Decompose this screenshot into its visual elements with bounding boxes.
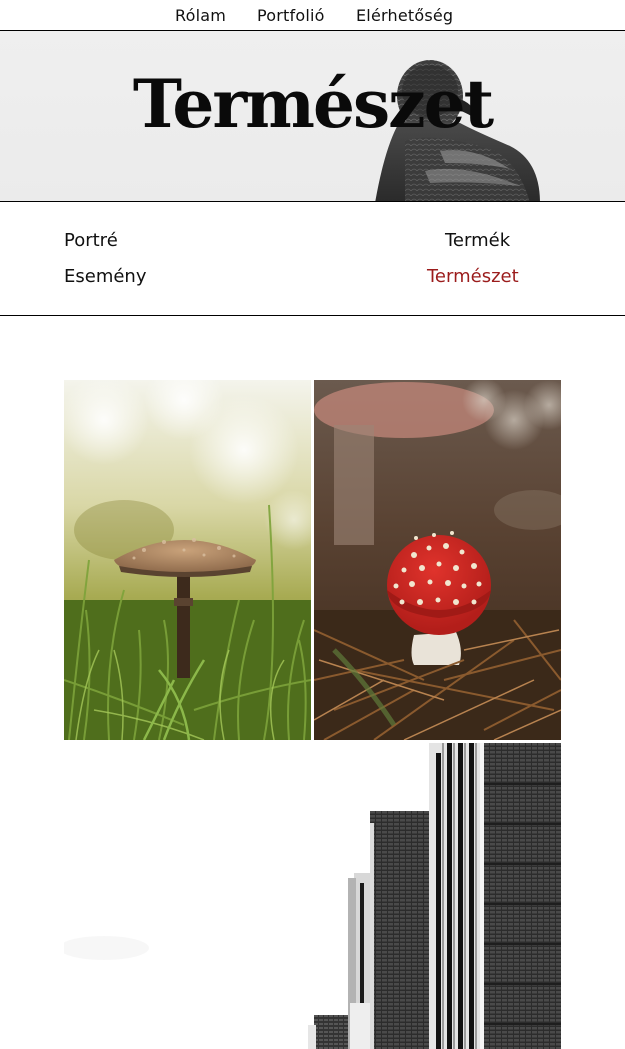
- hero-banner: Természet: [0, 31, 625, 202]
- top-nav: Rólam Portfolió Elérhetőség: [0, 0, 625, 31]
- gallery-image-parasol-mushroom[interactable]: [64, 380, 311, 740]
- category-link-event[interactable]: Esemény: [64, 266, 147, 287]
- gallery-image-buildings[interactable]: [64, 743, 561, 1049]
- category-link-nature[interactable]: Természet: [427, 266, 519, 287]
- nav-link-portfolio[interactable]: Portfolió: [257, 6, 325, 25]
- gallery-image-fly-agaric[interactable]: [314, 380, 561, 740]
- category-link-product[interactable]: Termék: [445, 230, 510, 251]
- nav-link-contact[interactable]: Elérhetőség: [356, 6, 453, 25]
- category-menu: Portré Termék Esemény Természet: [0, 202, 625, 316]
- page-title: Természet: [132, 65, 494, 143]
- category-link-portrait[interactable]: Portré: [64, 230, 118, 251]
- nav-link-about[interactable]: Rólam: [175, 6, 226, 25]
